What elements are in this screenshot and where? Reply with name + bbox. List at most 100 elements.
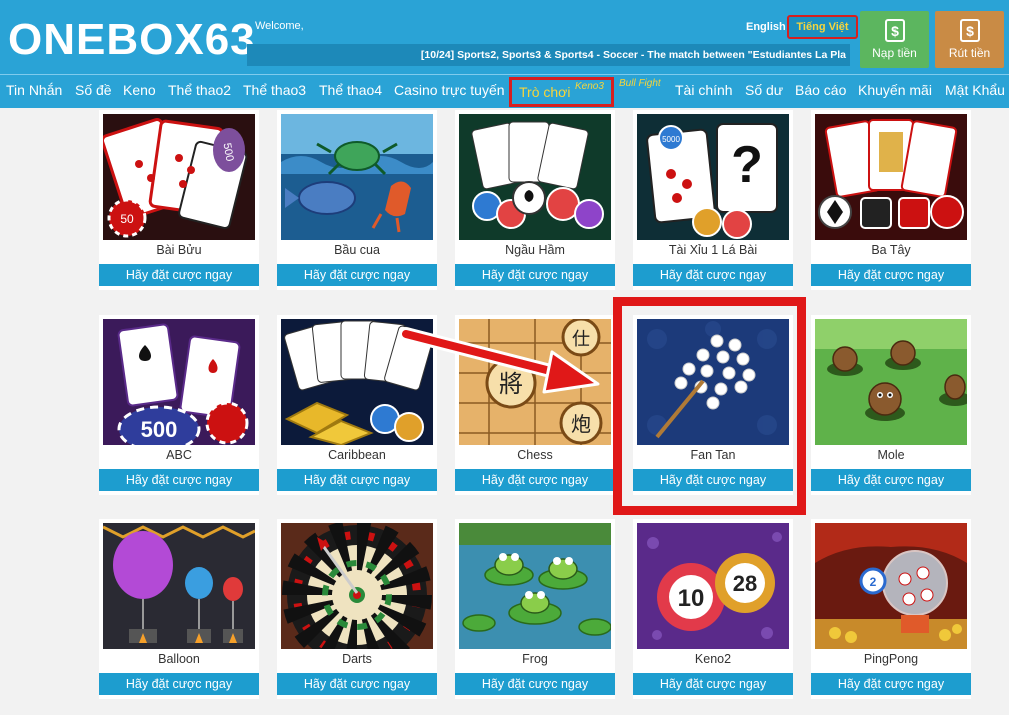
deposit-button[interactable]: $ Nạp tiền	[860, 11, 929, 68]
game-thumbnail[interactable]	[281, 319, 433, 445]
bet-now-button[interactable]: Hãy đặt cược ngay	[811, 469, 971, 491]
welcome-text: Welcome,	[255, 20, 304, 32]
main-nav: Tin Nhắn Số đề Keno Thể thao2 Thể thao3 …	[0, 74, 1009, 108]
bet-now-button[interactable]: Hãy đặt cược ngay	[277, 673, 437, 695]
face-cards-icon	[815, 114, 967, 240]
lottery-machine-icon: 2	[815, 523, 967, 649]
game-name: PingPong	[863, 652, 919, 666]
svg-text:10: 10	[678, 585, 705, 612]
game-card-bai-buu[interactable]: 50 500 Bài Bửu Hãy đặt cược ngay	[99, 110, 259, 290]
game-thumbnail[interactable]	[281, 114, 433, 240]
frog-icon	[459, 523, 611, 649]
game-card-balloon[interactable]: Balloon Hãy đặt cược ngay	[99, 519, 259, 699]
bet-now-button[interactable]: Hãy đặt cược ngay	[633, 264, 793, 286]
game-name: Mole	[877, 448, 905, 462]
game-name: Chess	[517, 448, 553, 462]
bet-now-button[interactable]: Hãy đặt cược ngay	[811, 673, 971, 695]
bet-now-button[interactable]: Hãy đặt cược ngay	[455, 264, 615, 286]
crab-fish-icon	[281, 114, 433, 240]
svg-text:將: 將	[499, 370, 523, 398]
site-logo[interactable]: ONEBOX63	[8, 15, 256, 65]
game-thumbnail[interactable]	[815, 319, 967, 445]
game-name: ABC	[166, 448, 192, 462]
game-card-frog[interactable]: Frog Hãy đặt cược ngay	[455, 519, 615, 699]
nav-promotions[interactable]: Khuyến mãi	[858, 82, 932, 98]
bet-now-button[interactable]: Hãy đặt cược ngay	[277, 264, 437, 286]
top-header: ONEBOX63 Welcome, English Tiếng Việt [10…	[0, 0, 1009, 74]
nav-sports3[interactable]: Thể thao3	[243, 82, 306, 98]
bet-now-button[interactable]: Hãy đặt cược ngay	[633, 673, 793, 695]
news-ticker: [10/24] Sports2, Sports3 & Sports4 - Soc…	[247, 44, 850, 66]
game-thumbnail[interactable]: 將 炮 仕	[459, 319, 611, 445]
nav-bull-fight[interactable]: Bull Fight	[619, 78, 661, 89]
withdraw-button[interactable]: $ Rút tiền	[935, 11, 1004, 68]
withdraw-label: Rút tiền	[948, 46, 991, 60]
game-name: Balloon	[158, 652, 200, 666]
bet-now-button[interactable]: Hãy đặt cược ngay	[455, 469, 615, 491]
svg-text:50: 50	[120, 212, 134, 226]
game-thumbnail[interactable]	[281, 523, 433, 649]
svg-text:仕: 仕	[572, 329, 590, 350]
bet-now-button[interactable]: Hãy đặt cược ngay	[99, 264, 259, 286]
nav-balance[interactable]: Số dư	[745, 82, 783, 98]
game-card-mole[interactable]: Mole Hãy đặt cược ngay	[811, 315, 971, 495]
game-card-chess[interactable]: 將 炮 仕 Chess Hãy đặt cược ngay	[455, 315, 615, 495]
bet-now-button[interactable]: Hãy đặt cược ngay	[455, 673, 615, 695]
mole-icon	[815, 319, 967, 445]
game-name: Ngầu Hầm	[505, 243, 565, 257]
svg-text:$: $	[966, 23, 974, 39]
language-english[interactable]: English	[746, 21, 786, 33]
nav-keno[interactable]: Keno	[123, 82, 156, 98]
game-card-tai-xiu-1-la-bai[interactable]: ? 5000 Tài Xỉu 1 Lá Bài Hãy đặt cược nga…	[633, 110, 793, 290]
bet-now-button[interactable]: Hãy đặt cược ngay	[277, 469, 437, 491]
balloon-icon	[103, 523, 255, 649]
game-thumbnail[interactable]	[103, 523, 255, 649]
fan-tan-highlight-box	[613, 297, 806, 515]
nav-password[interactable]: Mật Khẩu	[945, 82, 1005, 98]
game-thumbnail[interactable]: 500	[103, 319, 255, 445]
nav-sports4[interactable]: Thể thao4	[319, 82, 382, 98]
game-card-caribbean[interactable]: Caribbean Hãy đặt cược ngay	[277, 315, 437, 495]
nav-games-tab[interactable]: Trò chơi Keno3	[509, 77, 614, 107]
game-card-abc[interactable]: 500 ABC Hãy đặt cược ngay	[99, 315, 259, 495]
dartboard-icon	[281, 523, 433, 649]
game-thumbnail[interactable]: 10 28	[637, 523, 789, 649]
game-thumbnail[interactable]	[459, 114, 611, 240]
nav-lottery[interactable]: Số đề	[75, 82, 112, 98]
bet-now-button[interactable]: Hãy đặt cược ngay	[811, 264, 971, 286]
nav-casino[interactable]: Casino trực tuyến	[394, 82, 505, 98]
game-card-keno2[interactable]: 10 28 Keno2 Hãy đặt cược ngay	[633, 519, 793, 699]
nav-messages[interactable]: Tin Nhắn	[6, 82, 62, 98]
nav-finance[interactable]: Tài chính	[675, 82, 733, 98]
language-vietnamese[interactable]: Tiếng Việt	[787, 15, 858, 39]
poker-hand-icon	[459, 114, 611, 240]
svg-text:?: ?	[731, 136, 763, 194]
game-name: Frog	[522, 652, 548, 666]
bet-now-button[interactable]: Hãy đặt cược ngay	[99, 673, 259, 695]
svg-text:2: 2	[870, 575, 877, 589]
nav-games-label: Trò chơi	[519, 84, 571, 100]
game-thumbnail[interactable]: 2	[815, 523, 967, 649]
game-card-darts[interactable]: Darts Hãy đặt cược ngay	[277, 519, 437, 699]
nav-reports[interactable]: Báo cáo	[795, 82, 846, 98]
game-thumbnail[interactable]: 50 500	[103, 114, 255, 240]
money-bag-icon: $	[959, 19, 980, 42]
svg-text:5000: 5000	[662, 135, 680, 144]
bet-now-button[interactable]: Hãy đặt cược ngay	[99, 469, 259, 491]
chips-cards-icon: 500	[103, 319, 255, 445]
deposit-label: Nạp tiền	[872, 46, 917, 60]
money-bag-icon: $	[884, 19, 905, 42]
game-thumbnail[interactable]	[459, 523, 611, 649]
nav-sports2[interactable]: Thể thao2	[168, 82, 231, 98]
game-card-pingpong[interactable]: 2 PingPong Hãy đặt cược ngay	[811, 519, 971, 699]
game-name: Bài Bửu	[156, 243, 202, 257]
game-card-ngau-ham[interactable]: Ngầu Hầm Hãy đặt cược ngay	[455, 110, 615, 290]
svg-text:500: 500	[141, 417, 178, 442]
game-card-bau-cua[interactable]: Bầu cua Hãy đặt cược ngay	[277, 110, 437, 290]
game-card-ba-tay[interactable]: Ba Tây Hãy đặt cược ngay	[811, 110, 971, 290]
game-name: Darts	[342, 652, 372, 666]
game-name: Tài Xỉu 1 Lá Bài	[668, 243, 758, 257]
game-thumbnail[interactable]: ? 5000	[637, 114, 789, 240]
playing-cards-icon: 50 500	[103, 114, 255, 240]
game-thumbnail[interactable]	[815, 114, 967, 240]
